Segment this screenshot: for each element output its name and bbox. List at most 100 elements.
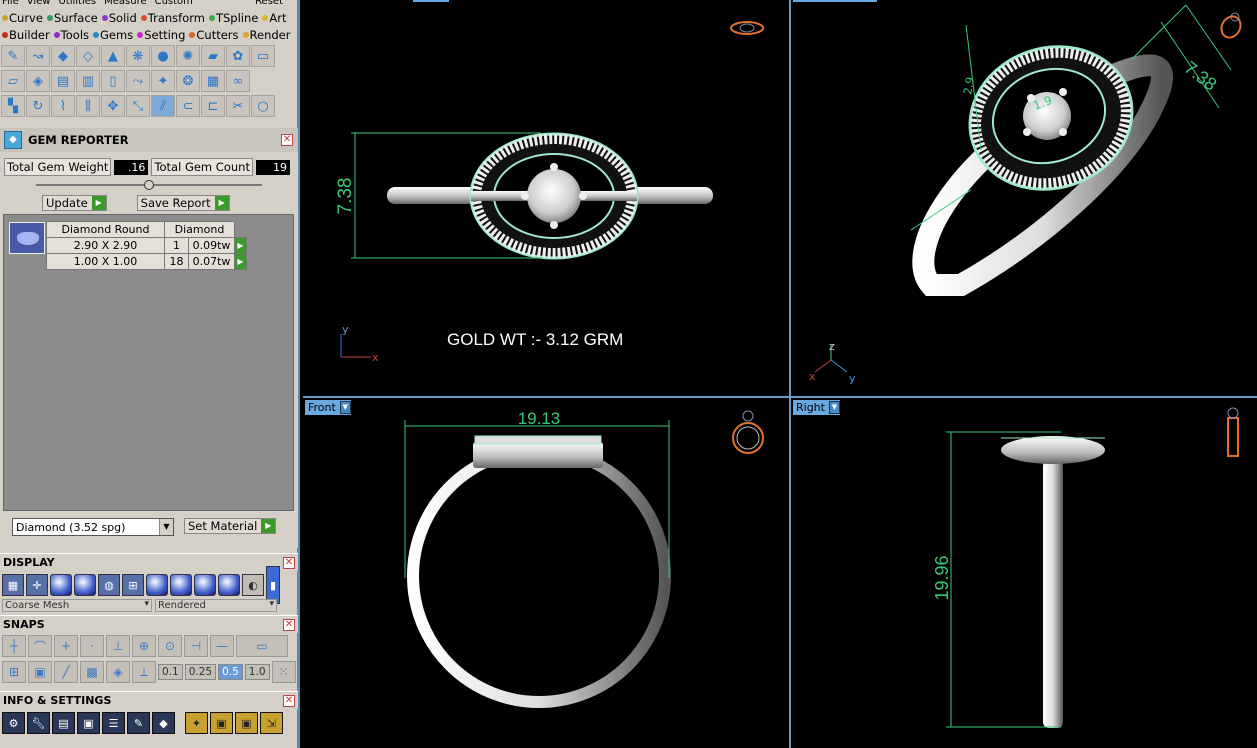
category-tspline[interactable]: TSpline bbox=[208, 11, 258, 25]
category-transform[interactable]: Transform bbox=[140, 11, 205, 25]
wireframe-icon[interactable]: ▦ bbox=[2, 574, 24, 596]
diamond-icon[interactable]: ◈ bbox=[26, 70, 50, 92]
category-curve[interactable]: Curve bbox=[2, 11, 43, 25]
snap-value-0-5[interactable]: 0.5 bbox=[218, 664, 243, 680]
category-cutters[interactable]: Cutters bbox=[189, 28, 239, 42]
brush-icon[interactable]: ▰ bbox=[201, 45, 225, 67]
close-icon[interactable]: ✕ bbox=[283, 618, 295, 631]
category-gems[interactable]: Gems bbox=[93, 28, 133, 42]
snap-box-icon[interactable]: ▭ bbox=[236, 635, 288, 657]
sheet-alt-icon[interactable]: ▥ bbox=[76, 70, 100, 92]
category-art[interactable]: Art bbox=[262, 11, 286, 25]
category-setting[interactable]: Setting bbox=[137, 28, 185, 42]
row-go-icon[interactable]: ▶ bbox=[234, 237, 247, 254]
surface-tool-icon[interactable]: ◆ bbox=[51, 45, 75, 67]
cube-icon[interactable]: ▣ bbox=[28, 661, 52, 683]
close-icon[interactable]: ✕ bbox=[283, 694, 295, 707]
path-icon[interactable]: ⌇ bbox=[51, 95, 75, 117]
rays-icon[interactable]: ⫽ bbox=[151, 95, 175, 117]
printer-icon[interactable]: ▤ bbox=[52, 712, 75, 734]
save-report-button[interactable]: Save Report ▶ bbox=[136, 195, 230, 211]
plane-icon[interactable]: ▱ bbox=[1, 70, 25, 92]
material-sphere-2-icon[interactable] bbox=[170, 574, 192, 596]
globe-icon[interactable]: ◍ bbox=[98, 574, 120, 596]
grid-icon[interactable]: ▦ bbox=[201, 70, 225, 92]
menu-view[interactable]: View bbox=[27, 0, 51, 9]
snap-curve-icon[interactable]: ⌒ bbox=[28, 635, 52, 657]
flower-icon[interactable]: ✿ bbox=[226, 45, 250, 67]
row-go-icon[interactable]: ▶ bbox=[234, 253, 247, 270]
curve-tool-icon[interactable]: ✎ bbox=[1, 45, 25, 67]
category-surface[interactable]: Surface bbox=[46, 11, 98, 25]
drop-icon[interactable]: ● bbox=[151, 45, 175, 67]
update-button[interactable]: Update ▶ bbox=[42, 195, 107, 211]
move-icon[interactable]: ✥ bbox=[101, 95, 125, 117]
bend-icon[interactable]: ⤳ bbox=[126, 70, 150, 92]
chain-icon[interactable]: ∞ bbox=[226, 70, 250, 92]
snap-mid-icon[interactable]: ⊣ bbox=[184, 635, 208, 657]
menu-reset[interactable]: Reset bbox=[255, 0, 283, 9]
star-icon[interactable]: ✦ bbox=[185, 712, 208, 734]
snap-point-icon[interactable]: · bbox=[80, 635, 104, 657]
link-icon[interactable]: ⊂ bbox=[176, 95, 200, 117]
render-sphere-icon[interactable] bbox=[74, 574, 96, 596]
viewport-right[interactable]: Right ▼ 19.96 bbox=[791, 398, 1257, 748]
rotate-icon[interactable]: ↻ bbox=[26, 95, 50, 117]
snap-line-icon[interactable]: — bbox=[210, 635, 234, 657]
snap-value-0-25[interactable]: 0.25 bbox=[184, 664, 217, 680]
render-select[interactable]: Rendered bbox=[155, 599, 277, 612]
table-row[interactable]: 2.90 X 2.90 1 0.09tw ▶ bbox=[46, 237, 247, 254]
box-icon[interactable]: ▣ bbox=[77, 712, 100, 734]
category-solid[interactable]: Solid bbox=[101, 11, 137, 25]
mesh-select[interactable]: Coarse Mesh bbox=[2, 599, 152, 612]
menu-utilities[interactable]: Utilities bbox=[58, 0, 96, 9]
menu-file[interactable]: File bbox=[2, 0, 19, 9]
viewport-perspective[interactable]: 7.38 2.9 1.9 z x y bbox=[791, 0, 1257, 396]
window-icon[interactable]: ▣ bbox=[210, 712, 233, 734]
view-grid-icon[interactable]: ⊞ bbox=[122, 574, 144, 596]
slider-knob[interactable] bbox=[144, 180, 154, 190]
export-icon[interactable]: ⇲ bbox=[260, 712, 283, 734]
array-icon[interactable]: ⊏ bbox=[201, 95, 225, 117]
table-row[interactable]: 1.00 X 1.00 18 0.07tw ▶ bbox=[46, 253, 247, 270]
snap-circle-icon[interactable]: ⊙ bbox=[158, 635, 182, 657]
cube-icon[interactable]: ◆ bbox=[152, 712, 175, 734]
close-icon[interactable]: ✕ bbox=[281, 134, 293, 146]
grid-dots-icon[interactable]: ⁙ bbox=[271, 661, 296, 683]
gem-cluster-icon[interactable]: ❋ bbox=[126, 45, 150, 67]
points-icon[interactable]: ✛ bbox=[26, 574, 48, 596]
notes-icon[interactable]: ☰ bbox=[102, 712, 125, 734]
menu-custom[interactable]: Custom bbox=[155, 0, 193, 9]
window-alt-icon[interactable]: ▣ bbox=[235, 712, 258, 734]
wrench-icon[interactable]: 🔧︎ bbox=[27, 712, 50, 734]
pattern-icon[interactable]: ▩ bbox=[80, 661, 104, 683]
material-sphere-1-icon[interactable] bbox=[146, 574, 168, 596]
document-icon[interactable]: ▯ bbox=[101, 70, 125, 92]
viewport-top[interactable]: 7.38 y x GOLD WT :- 3.12 GRM bbox=[303, 0, 789, 396]
surface-edit-icon[interactable]: ◇ bbox=[76, 45, 100, 67]
snap-grid-icon[interactable]: ┼ bbox=[2, 635, 26, 657]
menu-measure[interactable]: Measure bbox=[104, 0, 147, 9]
snap-value-1-0[interactable]: 1.0 bbox=[244, 664, 270, 680]
pen-icon[interactable]: ╱ bbox=[54, 661, 78, 683]
material-select[interactable]: Diamond (3.52 spg) ▼ bbox=[12, 518, 174, 536]
category-builder[interactable]: Builder bbox=[2, 28, 50, 42]
material-sphere-4-icon[interactable] bbox=[218, 574, 240, 596]
close-icon[interactable]: ✕ bbox=[283, 556, 295, 569]
snap-center-icon[interactable]: ⊕ bbox=[132, 635, 156, 657]
curve-edit-icon[interactable]: ↝ bbox=[26, 45, 50, 67]
view-ring-icon[interactable] bbox=[1227, 417, 1239, 457]
panel-toggle-icon[interactable]: ▭ bbox=[251, 45, 275, 67]
snap-end-icon[interactable]: ⊥ bbox=[106, 635, 130, 657]
measure-icon[interactable]: ⟂ bbox=[132, 661, 156, 683]
eye-icon[interactable]: ◈ bbox=[106, 661, 130, 683]
set-material-button[interactable]: Set Material ▶ bbox=[184, 518, 277, 534]
weight-slider[interactable] bbox=[36, 180, 262, 190]
solid-tool-icon[interactable]: ▲ bbox=[101, 45, 125, 67]
grid-view-icon[interactable]: ⊞ bbox=[2, 661, 26, 683]
gem-thumbnail[interactable] bbox=[9, 222, 45, 254]
blocks-icon[interactable]: ▚ bbox=[1, 95, 25, 117]
category-render[interactable]: Render bbox=[242, 28, 290, 42]
mirror-icon[interactable]: ⫼ bbox=[76, 95, 100, 117]
material-sphere-3-icon[interactable] bbox=[194, 574, 216, 596]
